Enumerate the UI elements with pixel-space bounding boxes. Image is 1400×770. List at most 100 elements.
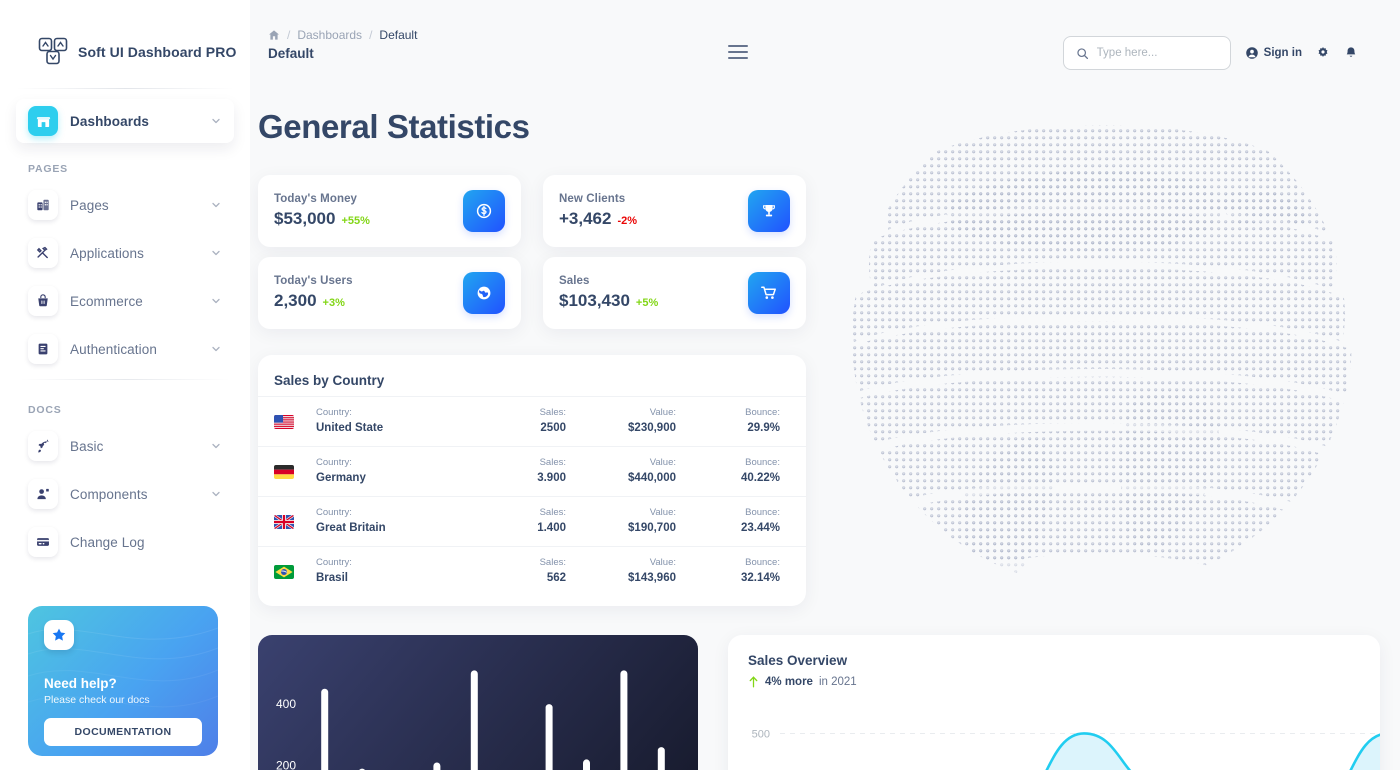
breadcrumb-separator: / — [369, 28, 373, 42]
breadcrumb-item-dashboards[interactable]: Dashboards — [297, 28, 362, 42]
sidebar: Soft UI Dashboard PRO Dashboards PAGES P… — [0, 0, 250, 770]
stat-card-todays-money[interactable]: Today's Money $53,000 +55% — [258, 175, 521, 247]
page-title: General Statistics — [258, 108, 530, 145]
cell-country: United State — [316, 422, 384, 435]
sidebar-item-label: Applications — [70, 245, 144, 261]
sidebar-item-basic[interactable]: Basic — [16, 424, 234, 468]
brand-name: Soft UI Dashboard PRO — [78, 44, 237, 60]
cell-sales: 3.900 — [537, 472, 566, 485]
column-header-value: Value: — [649, 407, 676, 419]
column-header-country: Country: — [316, 407, 352, 419]
hamburger-icon[interactable] — [728, 45, 748, 59]
column-header-sales: Sales: — [539, 407, 566, 419]
trend-suffix: in 2021 — [818, 676, 857, 688]
chevron-down-icon — [212, 202, 220, 208]
stat-card-todays-users[interactable]: Today's Users 2,300 +3% — [258, 257, 521, 329]
column-header-bounce: Bounce: — [745, 457, 780, 469]
cell-country: Great Britain — [316, 522, 386, 535]
stat-cards: Today's Money $53,000 +55% New Clients +… — [258, 175, 806, 339]
search-box[interactable] — [1062, 36, 1231, 70]
breadcrumb-title: Default — [268, 46, 314, 61]
app-root: Soft UI Dashboard PRO Dashboards PAGES P… — [0, 0, 1400, 770]
bar-chart[interactable]: 0200400 — [258, 635, 698, 770]
flag-gb — [274, 514, 294, 529]
table-row[interactable]: Country: Germany Sales: 3.900 Value: $44… — [258, 446, 806, 496]
sidebar-item-label: Authentication — [70, 341, 157, 357]
stat-card-value: $53,000 — [274, 209, 336, 228]
shop-icon — [28, 106, 58, 136]
sidebar-item-dashboards[interactable]: Dashboards — [16, 99, 234, 143]
sidebar-divider — [20, 379, 230, 380]
search-icon — [1076, 47, 1088, 59]
cell-sales: 562 — [546, 572, 566, 585]
dark-bar-chart-card: 0200400 — [258, 635, 698, 770]
bell-icon[interactable] — [1344, 46, 1358, 60]
chevron-down-icon — [212, 491, 220, 497]
line-chart[interactable]: 400500 — [734, 697, 1380, 770]
gear-icon[interactable] — [1316, 46, 1330, 60]
sales-overview-trend: 4% more in 2021 — [748, 676, 1360, 688]
documentation-button[interactable]: DOCUMENTATION — [44, 718, 202, 746]
signin-button[interactable]: Sign in — [1245, 46, 1302, 60]
account-icon — [1245, 47, 1258, 59]
cell-value: $230,900 — [628, 422, 676, 435]
sidebar-item-pages[interactable]: Pages — [16, 183, 234, 227]
breadcrumb-item-default: Default — [379, 28, 418, 42]
chevron-down-icon — [212, 118, 220, 124]
cell-value: $440,000 — [628, 472, 676, 485]
column-header-bounce: Bounce: — [745, 557, 780, 569]
column-header-bounce: Bounce: — [745, 407, 780, 419]
sidebar-item-label: Ecommerce — [70, 293, 143, 309]
sidebar-item-components[interactable]: Components — [16, 472, 234, 516]
column-header-bounce: Bounce: — [745, 507, 780, 519]
table-row[interactable]: Country: Great Britain Sales: 1.400 Valu… — [258, 496, 806, 546]
home-icon[interactable] — [268, 29, 280, 41]
office-icon — [28, 190, 58, 220]
spaceship-icon — [28, 431, 58, 461]
sidebar-item-label: Components — [70, 486, 148, 502]
sidebar-section-pages: PAGES — [28, 163, 68, 175]
chevron-down-icon — [212, 346, 220, 352]
sidebar-item-authentication[interactable]: Authentication — [16, 327, 234, 371]
trend-value: 4% more — [765, 676, 813, 688]
main-content: General Statistics Today's Money $53,000… — [250, 90, 1400, 770]
credit-card-icon — [28, 527, 58, 557]
cell-bounce: 23.44% — [740, 522, 780, 535]
sales-overview-card: Sales Overview 4% more in 2021 400500 — [728, 635, 1380, 770]
star-icon — [44, 620, 74, 650]
flag-br — [274, 564, 294, 579]
chevron-down-icon — [212, 250, 220, 256]
sidebar-item-ecommerce[interactable]: Ecommerce — [16, 279, 234, 323]
column-header-sales: Sales: — [539, 507, 566, 519]
brand[interactable]: Soft UI Dashboard PRO — [0, 0, 250, 76]
column-header-value: Value: — [649, 457, 676, 469]
stat-card-delta: +5% — [635, 297, 659, 309]
globe-illustration — [852, 124, 1352, 588]
user-plus-icon — [28, 479, 58, 509]
table-row[interactable]: Country: Brasil Sales: 562 Value: $143,9… — [258, 546, 806, 596]
stat-card-value: $103,430 — [559, 291, 630, 310]
search-input[interactable] — [1096, 47, 1217, 59]
stat-card-new-clients[interactable]: New Clients +3,462 -2% — [543, 175, 806, 247]
cart-icon — [748, 272, 790, 314]
basket-icon — [28, 286, 58, 316]
breadcrumb: / Dashboards / Default Default — [268, 28, 417, 61]
table-row[interactable]: Country: United State Sales: 2500 Value:… — [258, 396, 806, 446]
cell-country: Brasil — [316, 572, 348, 585]
column-header-country: Country: — [316, 507, 352, 519]
help-card-title: Need help? — [44, 676, 117, 691]
signin-label: Sign in — [1263, 47, 1302, 59]
sidebar-item-change-log[interactable]: Change Log — [16, 520, 234, 564]
sidebar-item-label: Change Log — [70, 534, 145, 550]
cell-value: $190,700 — [628, 522, 676, 535]
tools-icon — [28, 238, 58, 268]
column-header-country: Country: — [316, 457, 352, 469]
cell-sales: 2500 — [540, 422, 566, 435]
sidebar-section-docs: DOCS — [28, 404, 62, 416]
column-header-sales: Sales: — [539, 457, 566, 469]
help-card-subtitle: Please check our docs — [44, 694, 150, 706]
sidebar-item-label: Pages — [70, 197, 109, 213]
sidebar-item-applications[interactable]: Applications — [16, 231, 234, 275]
cell-sales: 1.400 — [537, 522, 566, 535]
stat-card-sales[interactable]: Sales $103,430 +5% — [543, 257, 806, 329]
